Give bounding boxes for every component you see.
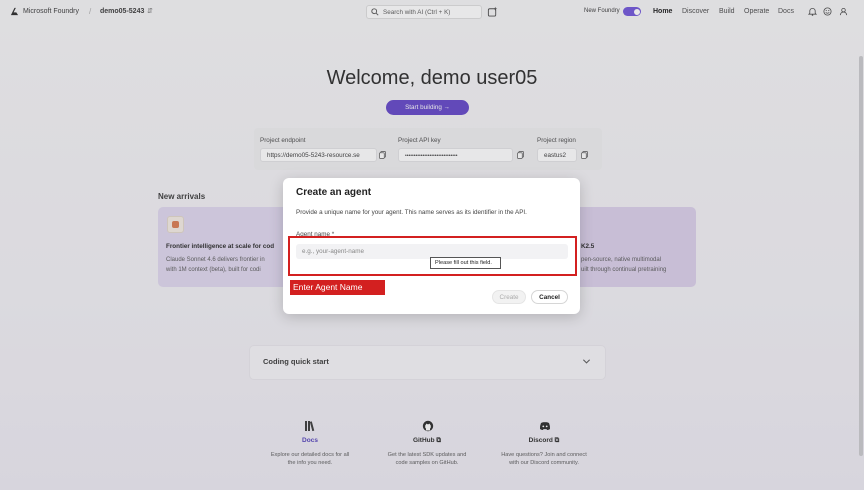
dialog-title: Create an agent bbox=[296, 187, 372, 198]
annotation-label: Enter Agent Name bbox=[290, 280, 385, 295]
create-button[interactable]: Create bbox=[492, 290, 526, 304]
dialog-description: Provide a unique name for your agent. Th… bbox=[296, 209, 527, 216]
cancel-button[interactable]: Cancel bbox=[531, 290, 568, 304]
annotation-highlight-box bbox=[288, 236, 577, 276]
validation-tooltip: Please fill out this field. bbox=[430, 257, 501, 269]
